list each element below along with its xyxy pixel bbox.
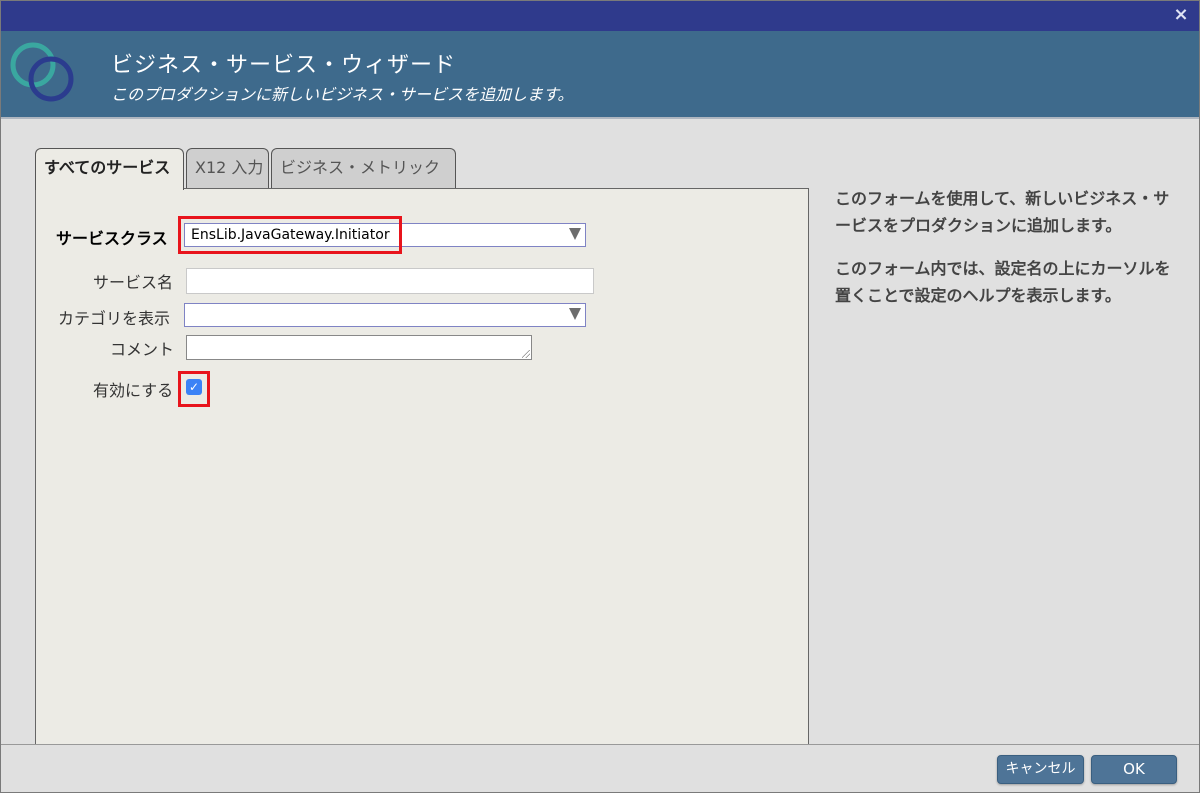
wizard-header: ビジネス・サービス・ウィザード このプロダクションに新しいビジネス・サービスを追… — [1, 31, 1199, 119]
comment-label: コメント — [110, 340, 175, 359]
help-text: このフォームを使用して、新しいビジネス・サービスをプロダクションに追加します。 … — [835, 185, 1185, 325]
tab-all-services[interactable]: すべてのサービス — [35, 148, 184, 190]
close-icon[interactable]: × — [1171, 5, 1191, 25]
help-paragraph-2: このフォーム内では、設定名の上にカーソルを置くことで設定のヘルプを表示します。 — [835, 259, 1171, 305]
tab-x12-input[interactable]: X12 入力 — [186, 148, 269, 190]
category-select[interactable] — [184, 303, 586, 327]
service-class-label: サービスクラス — [56, 229, 168, 248]
interlocking-rings-logo — [10, 42, 74, 102]
enabled-label: 有効にする — [93, 381, 174, 400]
wizard-title: ビジネス・サービス・ウィザード — [111, 53, 457, 78]
service-class-value: EnsLib.JavaGateway.Initiator — [191, 227, 390, 243]
form-panel: サービスクラス EnsLib.JavaGateway.Initiator サービ… — [35, 188, 809, 744]
cancel-button[interactable]: キャンセル — [997, 755, 1084, 784]
help-paragraph-1: このフォームを使用して、新しいビジネス・サービスをプロダクションに追加します。 — [835, 189, 1170, 235]
service-name-input[interactable] — [186, 268, 594, 294]
wizard-subtitle: このプロダクションに新しいビジネス・サービスを追加します。 — [111, 85, 574, 104]
tab-business-metrics[interactable]: ビジネス・メトリック — [271, 148, 456, 190]
enabled-checkbox[interactable]: ✓ — [186, 379, 202, 395]
service-name-label: サービス名 — [93, 273, 174, 292]
business-service-wizard-dialog: × ビジネス・サービス・ウィザード このプロダクションに新しいビジネス・サービス… — [0, 0, 1200, 793]
resize-grip-icon[interactable] — [522, 350, 530, 358]
triangle-down-icon — [569, 308, 581, 320]
window-titlebar: × — [1, 1, 1199, 31]
service-class-select[interactable]: EnsLib.JavaGateway.Initiator — [184, 223, 586, 247]
ok-button[interactable]: OK — [1091, 755, 1177, 784]
dialog-footer: キャンセル OK — [1, 744, 1199, 792]
comment-textarea[interactable] — [186, 335, 532, 360]
category-label: カテゴリを表示 — [58, 309, 171, 328]
triangle-down-icon — [569, 228, 581, 240]
